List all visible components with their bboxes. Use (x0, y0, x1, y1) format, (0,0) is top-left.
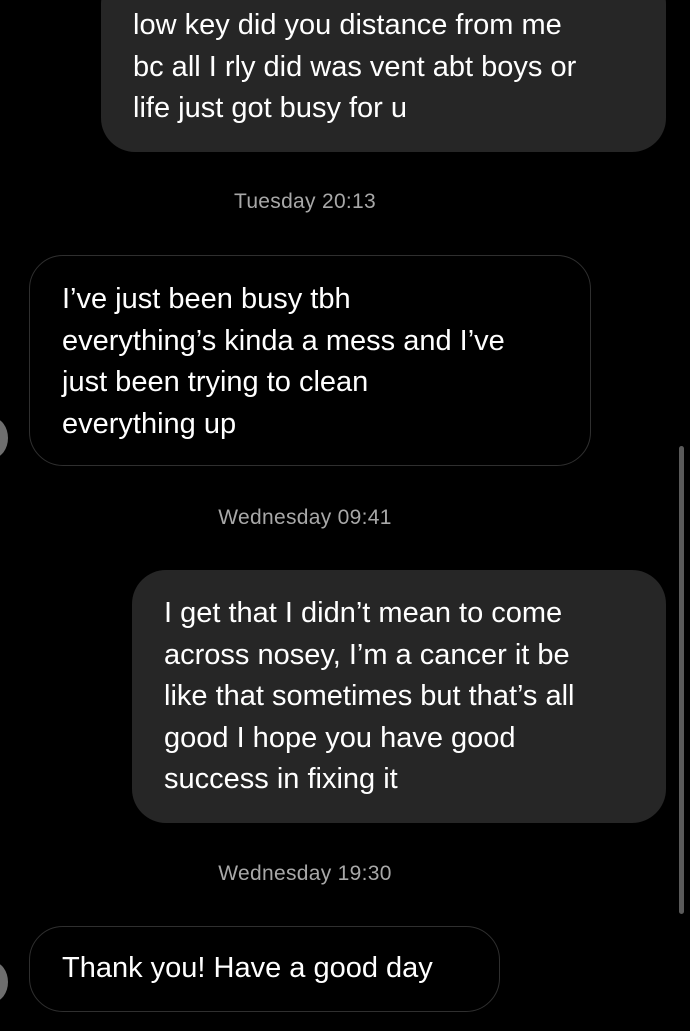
message-text: low key did you distance from me (133, 9, 562, 41)
message-text: like that sometimes but that’s all (164, 680, 575, 712)
message-text: I get that I didn’t mean to come (164, 597, 563, 629)
message-text: across nosey, I’m a cancer it be (164, 638, 570, 671)
message-timestamp: Tuesday 20:13 (233, 190, 377, 213)
message-timestamp: Wednesday 09:41 (218, 506, 392, 529)
message-text: bc all I rly did was vent abt boys or (133, 50, 577, 83)
message-text: everything’s kinda a mess and I’ve (62, 324, 505, 357)
message-text: everything up (62, 407, 237, 440)
message-text: success in fixing it (164, 763, 398, 795)
message-text: life just got busy for u (133, 92, 408, 124)
received-message-bubble[interactable]: I’ve just been busy tbh everything’s kin… (29, 255, 591, 466)
message-timestamp: Wednesday 19:30 (218, 862, 392, 885)
message-text: good I hope you have good (164, 721, 516, 754)
sender-avatar[interactable] (0, 418, 8, 458)
message-text: just been trying to clean (62, 366, 369, 398)
chat-screen: low key did you distance from me bc all … (0, 0, 690, 1031)
sent-message-bubble[interactable]: low key did you distance from me bc all … (101, 0, 666, 152)
sent-message-bubble[interactable]: I get that I didn’t mean to come across … (132, 570, 666, 823)
message-text: Thank you! Have a good day (62, 952, 433, 984)
scrollbar[interactable] (679, 446, 684, 914)
sender-avatar[interactable] (0, 962, 8, 1002)
received-message-bubble[interactable]: Thank you! Have a good day (29, 926, 500, 1012)
message-text: I’ve just been busy tbh (62, 283, 351, 315)
